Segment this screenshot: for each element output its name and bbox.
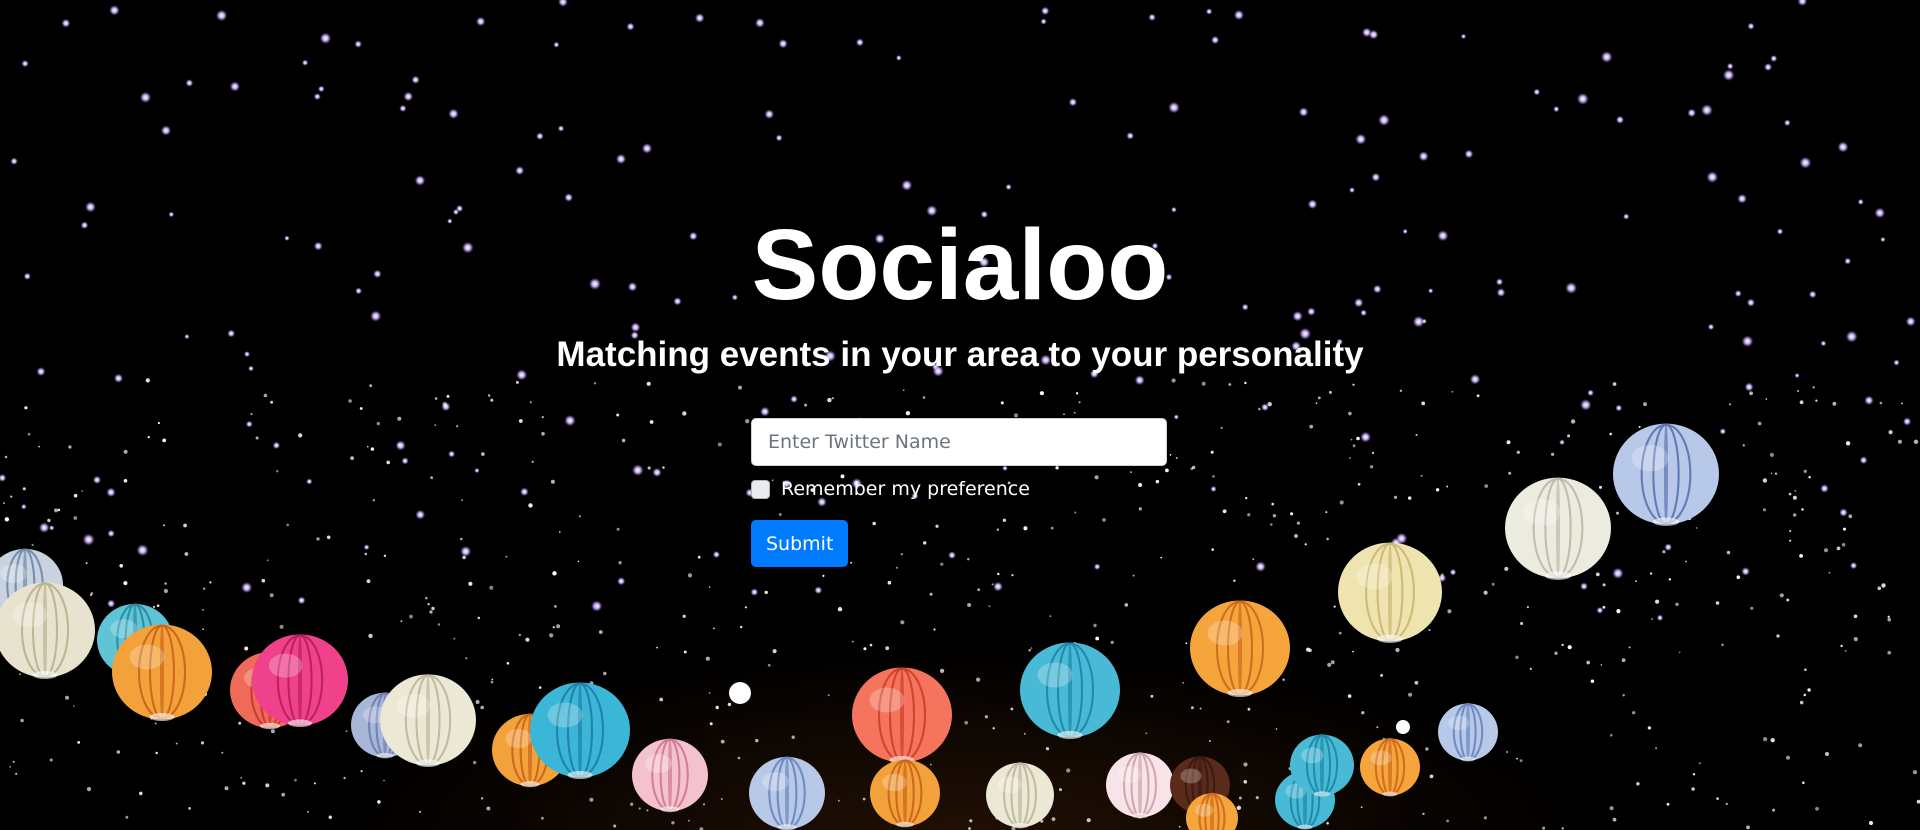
remember-preference-checkbox[interactable] — [751, 479, 770, 499]
page-subtitle: Matching events in your area to your per… — [556, 335, 1364, 374]
submit-button[interactable]: Submit — [751, 520, 849, 567]
page-title: Socialoo — [751, 209, 1169, 321]
hero-section: Socialoo Matching events in your area to… — [0, 0, 1920, 830]
twitter-form: Remember my preference Submit — [751, 418, 1167, 567]
twitter-name-input[interactable] — [751, 418, 1167, 466]
remember-preference-label[interactable]: Remember my preference — [781, 476, 1030, 502]
remember-preference-row: Remember my preference — [751, 476, 1167, 502]
main-content: Socialoo Matching events in your area to… — [0, 0, 1920, 830]
